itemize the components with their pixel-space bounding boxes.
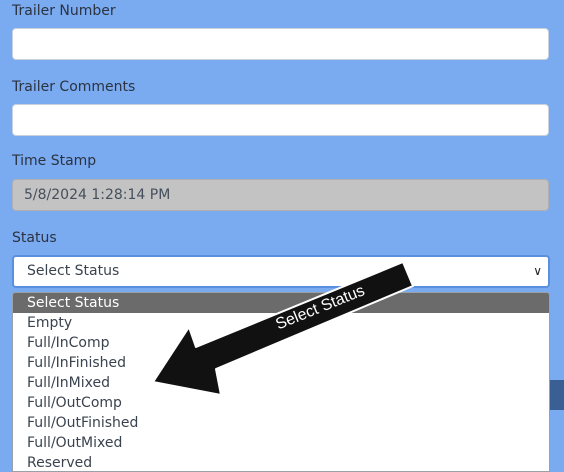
time-stamp-field: 5/8/2024 1:28:14 PM [12,179,549,211]
status-option-full-infinished[interactable]: Full/InFinished [13,353,549,373]
status-option-full-outfinished[interactable]: Full/OutFinished [13,413,549,433]
trailer-comments-input[interactable] [12,104,549,136]
trailer-comments-label: Trailer Comments [12,79,136,95]
status-label: Status [12,230,57,246]
status-option-full-inmixed[interactable]: Full/InMixed [13,373,549,393]
status-option-empty[interactable]: Empty [13,313,549,333]
status-option-full-outcomp[interactable]: Full/OutComp [13,393,549,413]
trailer-number-label: Trailer Number [12,3,116,19]
behind-element [549,380,564,410]
trailer-number-input[interactable] [12,28,549,60]
status-option-full-outmixed[interactable]: Full/OutMixed [13,433,549,453]
status-option-reserved[interactable]: Reserved [13,453,549,471]
status-select[interactable]: Select Status ∨ [12,255,550,288]
status-selected-value: Select Status [27,263,120,279]
status-option-select-status[interactable]: Select Status [13,293,549,313]
status-option-full-incomp[interactable]: Full/InComp [13,333,549,353]
chevron-down-icon: ∨ [533,264,542,278]
status-dropdown-list[interactable]: Select Status Empty Full/InComp Full/InF… [12,292,550,472]
time-stamp-label: Time Stamp [12,153,97,169]
